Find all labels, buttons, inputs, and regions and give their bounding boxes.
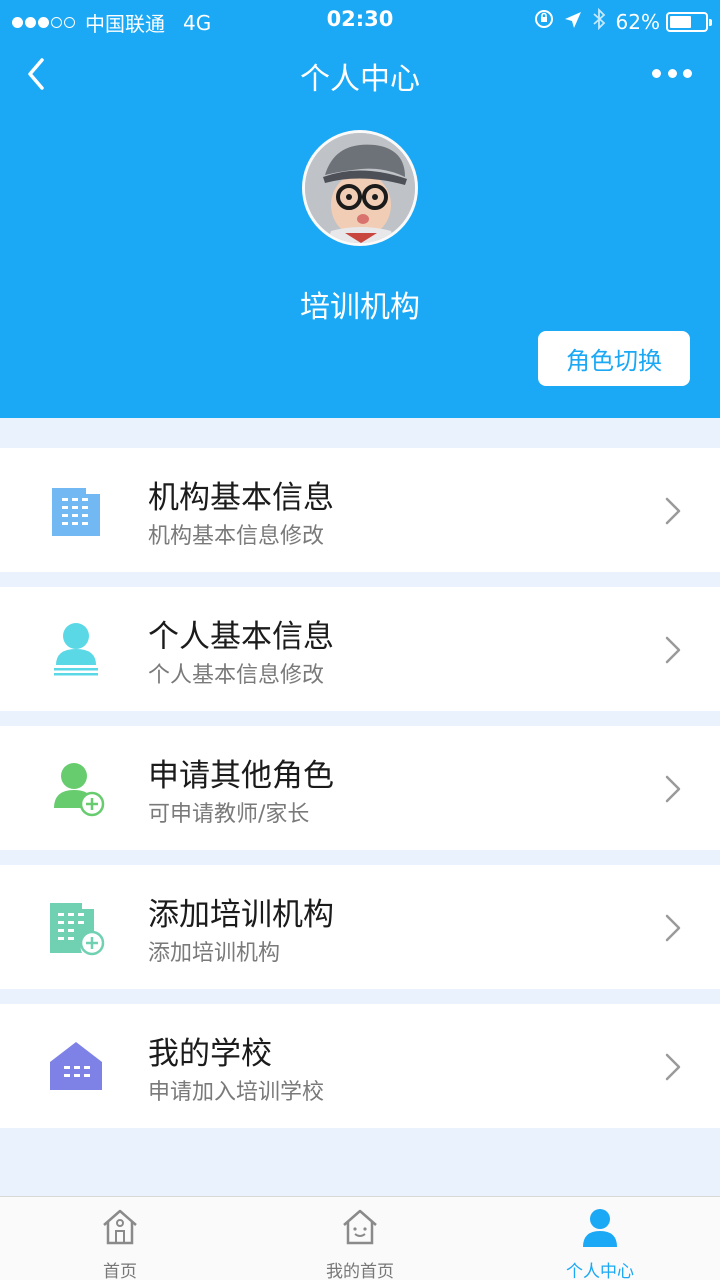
menu-item-my-school[interactable]: 我的学校 申请加入培训学校 bbox=[0, 1004, 720, 1128]
menu-item-title: 个人基本信息 bbox=[148, 619, 334, 655]
menu-item-title: 添加培训机构 bbox=[148, 897, 334, 933]
menu-item-personal-info[interactable]: 个人基本信息 个人基本信息修改 bbox=[0, 587, 720, 711]
child-photo-icon bbox=[305, 133, 415, 243]
chevron-right-icon bbox=[665, 636, 681, 664]
battery-percent: 62% bbox=[615, 9, 660, 34]
more-button[interactable] bbox=[652, 58, 692, 88]
menu-item-subtitle: 添加培训机构 bbox=[148, 941, 281, 966]
add-building-icon bbox=[46, 897, 106, 957]
more-dots-icon bbox=[652, 68, 661, 78]
menu-item-org-info[interactable]: 机构基本信息 机构基本信息修改 bbox=[0, 448, 720, 572]
home-icon bbox=[103, 1209, 137, 1245]
building-icon bbox=[46, 480, 106, 540]
chevron-right-icon bbox=[665, 497, 681, 525]
location-arrow-icon bbox=[564, 10, 582, 34]
chevron-right-icon bbox=[665, 914, 681, 942]
tab-label: 个人中心 bbox=[566, 1262, 634, 1280]
add-person-icon bbox=[46, 758, 106, 818]
menu-item-subtitle: 可申请教师/家长 bbox=[148, 802, 310, 827]
menu-item-title: 我的学校 bbox=[148, 1036, 272, 1072]
tab-personal-center[interactable]: 个人中心 bbox=[480, 1197, 720, 1280]
person-icon bbox=[46, 619, 106, 679]
profile-name: 培训机构 bbox=[300, 290, 420, 325]
status-right: 62% bbox=[524, 7, 712, 35]
rotation-lock-icon bbox=[534, 9, 554, 34]
tab-label: 首页 bbox=[103, 1262, 137, 1280]
status-bar: 中国联通 4G 02:30 62% bbox=[0, 0, 720, 38]
battery-icon bbox=[666, 11, 712, 32]
avatar[interactable] bbox=[302, 130, 418, 246]
role-switch-button[interactable]: 角色切换 bbox=[538, 331, 690, 386]
my-home-icon bbox=[343, 1209, 377, 1245]
chevron-right-icon bbox=[665, 1053, 681, 1081]
menu-item-subtitle: 机构基本信息修改 bbox=[148, 524, 325, 549]
menu-item-title: 机构基本信息 bbox=[148, 480, 334, 516]
nav-bar: 个人中心 bbox=[0, 40, 720, 106]
menu-item-subtitle: 个人基本信息修改 bbox=[148, 663, 325, 688]
menu-item-add-org[interactable]: 添加培训机构 添加培训机构 bbox=[0, 865, 720, 989]
user-icon bbox=[583, 1209, 617, 1247]
menu-item-title: 申请其他角色 bbox=[148, 758, 334, 794]
menu-item-apply-role[interactable]: 申请其他角色 可申请教师/家长 bbox=[0, 726, 720, 850]
chevron-right-icon bbox=[665, 775, 681, 803]
tab-home[interactable]: 首页 bbox=[0, 1197, 240, 1280]
school-icon bbox=[46, 1036, 106, 1096]
menu-item-subtitle: 申请加入培训学校 bbox=[148, 1080, 325, 1105]
profile-header: 中国联通 4G 02:30 62% 个人中心 培训机构 角色切换 bbox=[0, 0, 720, 418]
bluetooth-icon bbox=[592, 7, 606, 35]
page-title: 个人中心 bbox=[300, 62, 420, 97]
tab-my-home[interactable]: 我的首页 bbox=[240, 1197, 480, 1280]
tab-label: 我的首页 bbox=[326, 1262, 394, 1280]
tab-bar: 首页 我的首页 个人中心 bbox=[0, 1196, 720, 1280]
